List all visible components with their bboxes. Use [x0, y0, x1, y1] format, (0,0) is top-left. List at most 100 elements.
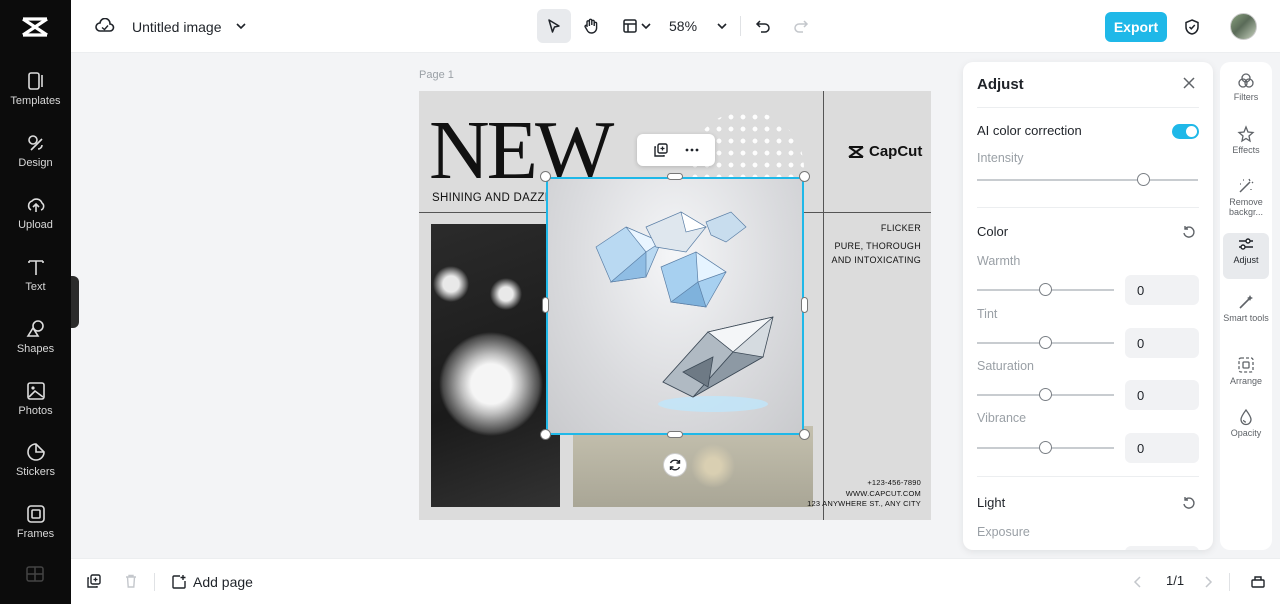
chevron-down-icon[interactable] — [235, 21, 247, 31]
tint-value-input[interactable]: 0 — [1125, 328, 1199, 358]
trash-icon[interactable] — [123, 573, 139, 589]
reset-icon[interactable] — [1182, 496, 1196, 510]
stickers-icon — [26, 443, 45, 461]
flicker-text[interactable]: FLICKER — [881, 222, 921, 236]
warmth-slider[interactable] — [977, 283, 1114, 296]
undo-icon[interactable] — [755, 18, 771, 34]
hand-tool-button[interactable] — [574, 9, 608, 43]
layout-menu-button[interactable] — [619, 12, 655, 40]
ai-color-correction-label: AI color correction — [977, 123, 1082, 138]
resize-handle-top[interactable] — [667, 173, 683, 180]
saturation-slider[interactable] — [977, 388, 1114, 401]
layout-icon — [623, 19, 637, 33]
export-button[interactable]: Export — [1105, 12, 1167, 42]
diamonds-photo-left[interactable] — [431, 224, 560, 507]
hand-icon — [584, 18, 598, 34]
resize-handle-bottom-right[interactable] — [799, 429, 810, 440]
cloud-save-icon[interactable] — [95, 18, 115, 34]
rotate-icon — [669, 459, 681, 471]
sidebar-item-frames[interactable]: Frames — [0, 503, 71, 559]
sidebar-collapse-handle[interactable] — [71, 276, 79, 328]
rail-item-remove-background[interactable]: Remove backgr... — [1223, 175, 1269, 227]
page-label: Page 1 — [419, 69, 454, 81]
description-text[interactable]: PURE, THOROUGH AND INTOXICATING — [811, 239, 921, 267]
sidebar-item-templates[interactable]: Templates — [0, 70, 71, 126]
more-options-icon[interactable] — [684, 142, 700, 158]
tagline-text[interactable]: SHINING AND DAZZLI — [432, 192, 555, 204]
sidebar-item-shapes[interactable]: Shapes — [0, 318, 71, 374]
panel-title: Adjust — [977, 76, 1024, 93]
rail-item-filters[interactable]: Filters — [1223, 70, 1269, 116]
more-tools-icon[interactable] — [25, 566, 45, 582]
close-icon[interactable] — [1182, 76, 1196, 90]
effects-icon — [1237, 125, 1255, 143]
description-line: PURE, THOROUGH — [834, 241, 921, 251]
toolbar-divider — [154, 573, 155, 591]
resize-handle-right[interactable] — [801, 297, 808, 313]
rail-item-opacity[interactable]: Opacity — [1223, 406, 1269, 452]
slider-thumb[interactable] — [1039, 388, 1052, 401]
sidebar-item-photos[interactable]: Photos — [0, 380, 71, 436]
resize-handle-bottom[interactable] — [667, 431, 683, 438]
exposure-value-input[interactable] — [1125, 546, 1199, 550]
panel-divider — [977, 476, 1199, 477]
intensity-slider[interactable] — [977, 173, 1198, 186]
rail-item-adjust[interactable]: Adjust — [1223, 233, 1269, 279]
reset-icon[interactable] — [1182, 225, 1196, 239]
contact-info[interactable]: +123-456-7890 WWW.CAPCUT.COM 123 ANYWHER… — [807, 478, 921, 510]
warmth-label: Warmth — [977, 254, 1021, 268]
upload-icon — [27, 198, 44, 212]
resize-handle-left[interactable] — [542, 297, 549, 313]
zoom-level[interactable]: 58% — [669, 16, 697, 36]
brand-logo[interactable]: CapCut — [847, 143, 922, 160]
toolbar-divider — [1229, 573, 1230, 591]
user-avatar[interactable] — [1230, 13, 1257, 40]
rail-item-arrange[interactable]: Arrange — [1223, 354, 1269, 400]
rail-item-label: Filters — [1233, 92, 1259, 102]
description-line: AND INTOXICATING — [831, 255, 921, 265]
ai-color-correction-toggle[interactable] — [1172, 124, 1199, 139]
resize-handle-top-left[interactable] — [540, 171, 551, 182]
chevron-right-icon[interactable] — [1202, 575, 1214, 589]
sidebar-item-design[interactable]: Design — [0, 132, 71, 188]
slider-thumb[interactable] — [1039, 441, 1052, 454]
resize-handle-bottom-left[interactable] — [540, 429, 551, 440]
vibrance-slider[interactable] — [977, 441, 1114, 454]
diamond-photo-bottom[interactable] — [573, 426, 813, 507]
slider-thumb[interactable] — [1039, 336, 1052, 349]
chevron-down-icon[interactable] — [716, 21, 728, 31]
top-toolbar: Untitled image 58% Export — [71, 0, 1280, 53]
capcut-logo-icon[interactable] — [20, 14, 50, 40]
rail-item-effects[interactable]: Effects — [1223, 123, 1269, 169]
chevron-left-icon[interactable] — [1132, 575, 1144, 589]
shield-icon[interactable] — [1183, 18, 1201, 36]
warmth-value-input[interactable]: 0 — [1125, 275, 1199, 305]
duplicate-icon[interactable] — [653, 142, 669, 158]
select-tool-button[interactable] — [537, 9, 571, 43]
sidebar-item-upload[interactable]: Upload — [0, 194, 71, 250]
frames-icon — [26, 505, 45, 523]
slider-thumb[interactable] — [1136, 173, 1150, 186]
duplicate-page-icon[interactable] — [86, 573, 102, 589]
tint-slider[interactable] — [977, 336, 1114, 349]
opacity-icon — [1240, 408, 1252, 426]
selected-diamond-image[interactable] — [546, 177, 804, 435]
vibrance-value-input[interactable]: 0 — [1125, 433, 1199, 463]
rotate-handle[interactable] — [663, 453, 687, 477]
sidebar-item-label: Shapes — [16, 343, 55, 355]
slider-thumb[interactable] — [1039, 283, 1052, 296]
document-title[interactable]: Untitled image — [132, 17, 222, 37]
saturation-value-input[interactable]: 0 — [1125, 380, 1199, 410]
rail-item-smart-tools[interactable]: Smart tools — [1223, 291, 1269, 341]
sidebar-item-stickers[interactable]: Stickers — [0, 441, 71, 497]
sidebar-item-text[interactable]: Text — [0, 256, 71, 312]
cursor-icon — [548, 19, 560, 33]
pages-panel-icon[interactable] — [1250, 573, 1266, 589]
templates-icon — [27, 72, 43, 90]
resize-handle-top-right[interactable] — [799, 171, 810, 182]
chevron-down-icon — [641, 23, 651, 30]
arrange-icon — [1238, 357, 1254, 373]
redo-icon[interactable] — [793, 18, 809, 34]
add-page-button[interactable]: Add page — [171, 571, 253, 593]
intensity-label: Intensity — [977, 151, 1024, 165]
